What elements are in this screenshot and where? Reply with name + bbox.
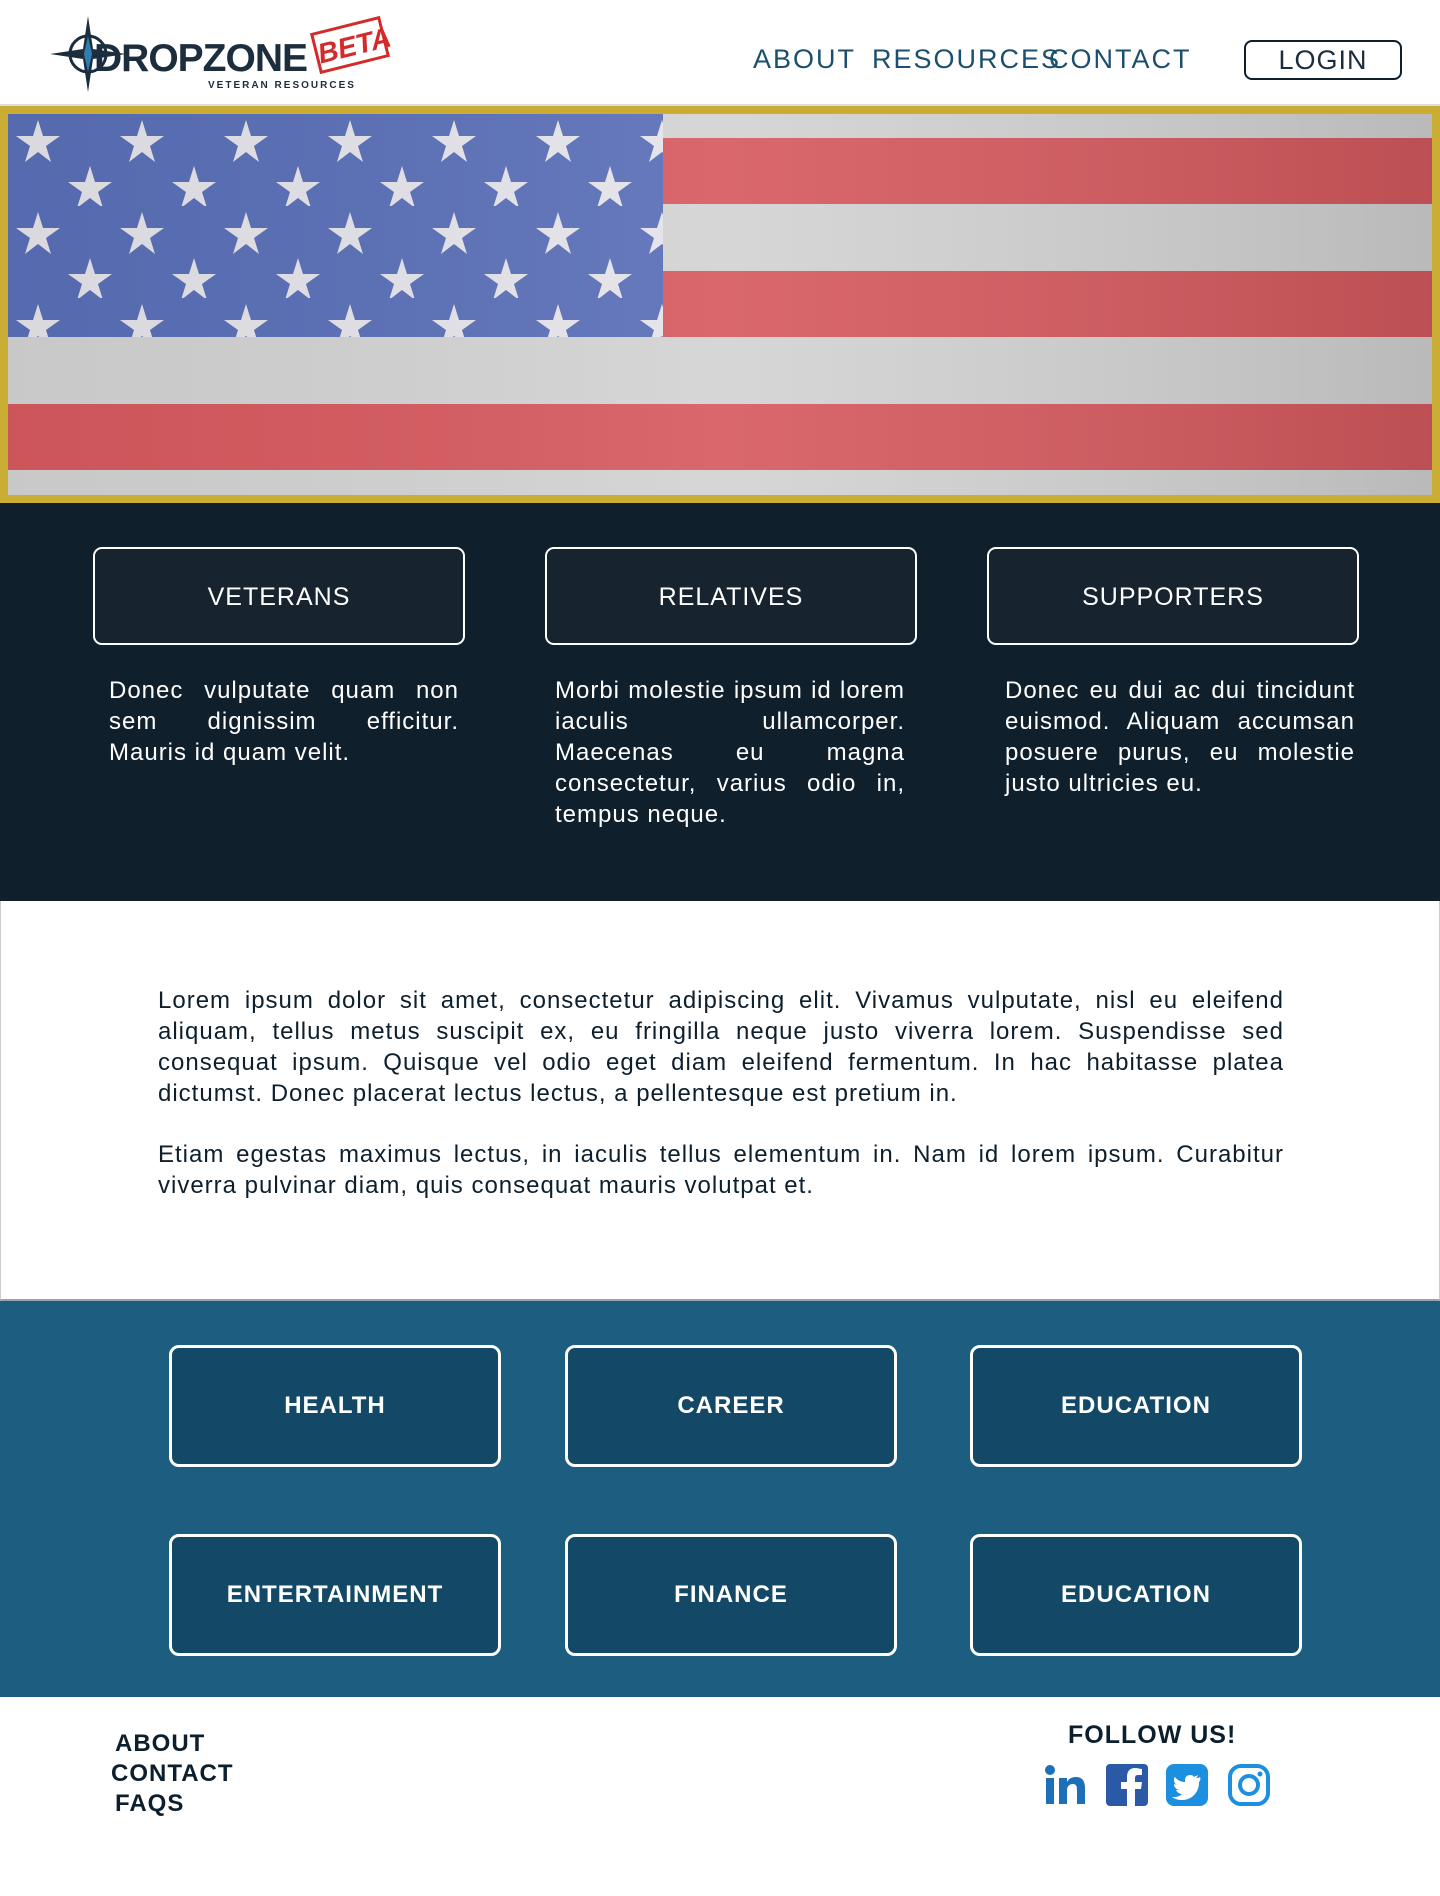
resource-categories: HEALTH CAREER EDUCATION ENTERTAINMENT FI…: [0, 1301, 1440, 1697]
site-header: DROPZONE VETERAN RESOURCES BETA ABOUT RE…: [0, 0, 1440, 106]
category-education-button[interactable]: EDUCATION: [970, 1534, 1302, 1656]
category-career-button[interactable]: CAREER: [565, 1345, 897, 1467]
nav-contact[interactable]: CONTACT: [1049, 44, 1192, 75]
instagram-icon[interactable]: [1226, 1762, 1272, 1808]
relatives-button[interactable]: RELATIVES: [545, 547, 917, 645]
login-button[interactable]: LOGIN: [1244, 40, 1402, 80]
intro-paragraph: Lorem ipsum dolor sit amet, consectetur …: [158, 987, 1284, 1107]
category-entertainment-button[interactable]: ENTERTAINMENT: [169, 1534, 501, 1656]
category-education-button[interactable]: EDUCATION: [970, 1345, 1302, 1467]
dropzone-logo[interactable]: DROPZONE VETERAN RESOURCES BETA: [48, 10, 394, 96]
veterans-description: Donec vulputate quam non sem dignissim e…: [109, 677, 459, 766]
linkedin-icon[interactable]: [1042, 1762, 1088, 1808]
site-footer: ABOUT CONTACT FAQS FOLLOW US!: [0, 1697, 1440, 1896]
nav-resources[interactable]: RESOURCES: [872, 44, 1061, 75]
footer-about-link[interactable]: ABOUT: [115, 1730, 205, 1758]
relatives-description: Morbi molestie ipsum id lorem iaculis ul…: [555, 677, 905, 828]
beta-badge: BETA: [309, 15, 394, 75]
supporters-description: Donec eu dui ac dui tincidunt euismod. A…: [1005, 677, 1355, 797]
category-health-button[interactable]: HEALTH: [169, 1345, 501, 1467]
intro-paragraph: Etiam egestas maximus lectus, in iaculis…: [158, 1141, 1284, 1199]
facebook-icon[interactable]: [1104, 1762, 1150, 1808]
logo-tagline: VETERAN RESOURCES: [208, 80, 356, 91]
hero-banner: [0, 106, 1440, 503]
american-flag-image: [8, 114, 1432, 495]
supporters-button[interactable]: SUPPORTERS: [987, 547, 1359, 645]
footer-faqs-link[interactable]: FAQS: [115, 1790, 184, 1818]
follow-us-heading: FOLLOW US!: [1068, 1721, 1237, 1749]
footer-contact-link[interactable]: CONTACT: [111, 1760, 234, 1788]
audience-section: VETERANS RELATIVES SUPPORTERS Donec vulp…: [0, 503, 1440, 901]
nav-about[interactable]: ABOUT: [753, 44, 856, 75]
veterans-button[interactable]: VETERANS: [93, 547, 465, 645]
category-finance-button[interactable]: FINANCE: [565, 1534, 897, 1656]
intro-section: Lorem ipsum dolor sit amet, consectetur …: [0, 901, 1440, 1301]
twitter-icon[interactable]: [1164, 1762, 1210, 1808]
logo-wordmark: DROPZONE: [94, 37, 308, 80]
